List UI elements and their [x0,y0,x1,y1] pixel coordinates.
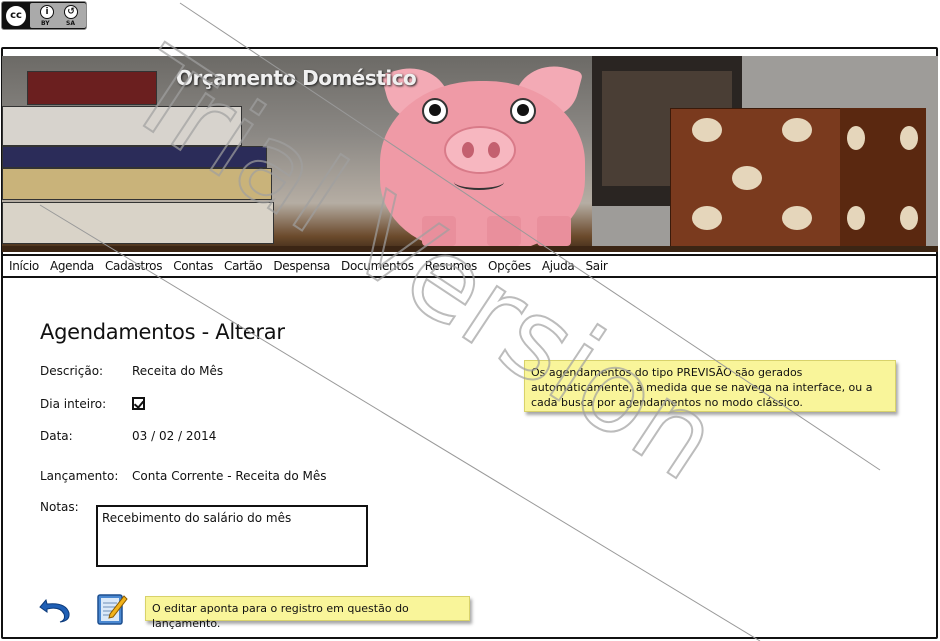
menu-item-documentos[interactable]: Documentos [341,259,414,273]
lancamento-label: Lançamento: [40,469,119,483]
data-label: Data: [40,429,73,443]
menu-item-cartao[interactable]: Cartão [224,259,263,273]
main-menu: Início Agenda Cadastros Contas Cartão De… [1,254,938,278]
descricao-value[interactable]: Receita do Mês [132,364,223,378]
descricao-label: Descrição: [40,364,104,378]
app-brand-title: Orçamento Doméstico [176,66,417,90]
page-title: Agendamentos - Alterar [40,320,285,344]
license-badge: cc i ↺ BY SA [1,1,87,30]
dia-inteiro-label: Dia inteiro: [40,397,107,411]
data-value[interactable]: 03 / 02 / 2014 [132,429,216,443]
share-alike-icon: ↺ [64,5,78,19]
editar-sticky-note: O editar aponta para o registro em quest… [145,596,470,630]
header-banner [2,56,938,252]
menu-item-despensa[interactable]: Despensa [273,259,330,273]
menu-item-cadastros[interactable]: Cadastros [105,259,163,273]
menu-item-inicio[interactable]: Início [9,259,39,273]
menu-item-resumos[interactable]: Resumos [425,259,478,273]
notas-textarea[interactable]: Recebimento do salário do mês [96,505,368,567]
attribution-icon: i [40,5,54,19]
by-label: BY [41,20,50,27]
undo-icon[interactable] [38,594,72,624]
creative-commons-icon: cc [4,3,28,28]
edit-icon[interactable] [96,592,128,626]
notas-label: Notas: [40,500,79,514]
lancamento-value[interactable]: Conta Corrente - Receita do Mês [132,469,326,483]
menu-item-agenda[interactable]: Agenda [50,259,94,273]
menu-item-contas[interactable]: Contas [173,259,213,273]
menu-item-sair[interactable]: Sair [585,259,607,273]
dia-inteiro-checkbox[interactable] [132,397,145,410]
previsao-sticky-note: Os agendamentos do tipo PREVISÃO são ger… [524,360,896,412]
menu-item-opcoes[interactable]: Opções [488,259,531,273]
license-terms: i ↺ BY SA [30,3,86,28]
sa-label: SA [66,20,75,27]
menu-item-ajuda[interactable]: Ajuda [542,259,575,273]
